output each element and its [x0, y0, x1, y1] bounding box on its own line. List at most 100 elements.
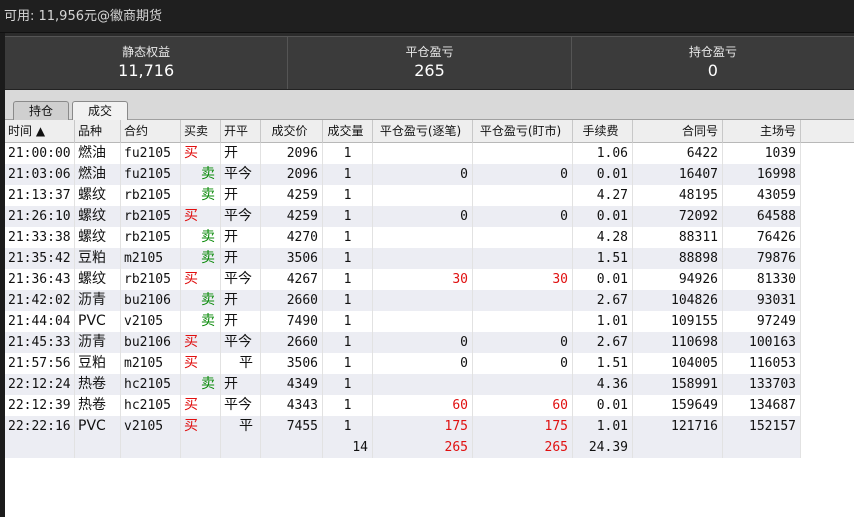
price-cell: 2096 — [261, 143, 323, 164]
side-cell: 买 — [181, 206, 221, 227]
pnl-mark-cell — [473, 248, 573, 269]
contract-no-cell: 94926 — [633, 269, 723, 290]
header-col-volume[interactable]: 成交量 — [323, 120, 373, 143]
table-row[interactable]: 21:00:00 燃油 fu2105 买开 2096 1 1.06 6422 1039 — [5, 143, 801, 164]
stat-value: 11,716 — [118, 60, 175, 80]
header-col-exchange-no[interactable]: 主场号 — [723, 120, 801, 143]
available-funds-text: 可用: 11,956元@徽商期货 — [4, 9, 162, 24]
open-close-cell: 开 — [221, 290, 261, 311]
fee-cell: 4.28 — [573, 227, 633, 248]
time-cell: 21:33:38 — [5, 227, 75, 248]
time-cell: 21:03:06 — [5, 164, 75, 185]
fee-cell: 0.01 — [573, 269, 633, 290]
open-close-cell: 平 — [221, 416, 261, 437]
contract-no-cell: 88898 — [633, 248, 723, 269]
total-exchange-no-cell — [723, 437, 801, 458]
table-row[interactable]: 21:26:10 螺纹 rb2105 买平今 4259 1 0 0 0.01 72092 64588 — [5, 206, 801, 227]
exchange-no-cell: 79876 — [723, 248, 801, 269]
pnl-trade-cell — [373, 374, 473, 395]
header-col-fee[interactable]: 手续费 — [573, 120, 633, 143]
exchange-no-cell: 43059 — [723, 185, 801, 206]
side-cell: 卖 — [181, 290, 221, 311]
time-cell: 21:57:56 — [5, 353, 75, 374]
open-close-cell: 平今 — [221, 269, 261, 290]
total-volume-cell: 14 — [323, 437, 373, 458]
exchange-no-cell: 1039 — [723, 143, 801, 164]
open-close-cell: 开 — [221, 374, 261, 395]
side-cell: 买 — [181, 416, 221, 437]
exchange-no-cell: 81330 — [723, 269, 801, 290]
contract-cell: hc2105 — [121, 374, 181, 395]
table-row[interactable]: 21:44:04 PVC v2105 卖开 7490 1 1.01 109155 97249 — [5, 311, 801, 332]
price-cell: 2660 — [261, 332, 323, 353]
pnl-trade-cell — [373, 248, 473, 269]
side-cell: 买 — [181, 395, 221, 416]
table-row[interactable]: 21:36:43 螺纹 rb2105 买平今 4267 1 30 30 0.01 94926 813… — [5, 269, 801, 290]
stat-value: 265 — [414, 60, 445, 80]
table-row[interactable]: 21:33:38 螺纹 rb2105 卖开 4270 1 4.28 88311 76426 — [5, 227, 801, 248]
table-row[interactable]: 21:35:42 豆粕 m2105 卖开 3506 1 1.51 88898 79876 — [5, 248, 801, 269]
total-side-cell — [181, 437, 221, 458]
exchange-no-cell: 76426 — [723, 227, 801, 248]
exchange-no-cell: 116053 — [723, 353, 801, 374]
total-pnl-trade-cell: 265 — [373, 437, 473, 458]
header-col-product[interactable]: 品种 — [75, 120, 121, 143]
table-row[interactable]: 22:12:39 热卷 hc2105 买平今 4343 1 60 60 0.01 159649 13… — [5, 395, 801, 416]
side-cell: 买 — [181, 269, 221, 290]
tab-trades[interactable]: 成交 — [72, 101, 128, 120]
exchange-no-cell: 134687 — [723, 395, 801, 416]
pnl-mark-cell: 30 — [473, 269, 573, 290]
total-open-close-cell — [221, 437, 261, 458]
trades-table: 时间 ▲ 品种 合约 买卖 开平 成交价 成交量 平仓盈亏(逐笔) 平仓盈亏(盯市) 手续费 合同号… — [5, 120, 854, 517]
product-cell: 螺纹 — [75, 269, 121, 290]
product-cell: 热卷 — [75, 374, 121, 395]
side-cell: 卖 — [181, 374, 221, 395]
header-col-pnl-trade[interactable]: 平仓盈亏(逐笔) — [373, 120, 473, 143]
open-close-cell: 开 — [221, 143, 261, 164]
table-row[interactable]: 22:12:24 热卷 hc2105 卖开 4349 1 4.36 158991 133703 — [5, 374, 801, 395]
header-col-side[interactable]: 买卖 — [181, 120, 221, 143]
header-col-contract-no[interactable]: 合同号 — [633, 120, 723, 143]
header-col-pnl-mark[interactable]: 平仓盈亏(盯市) — [473, 120, 573, 143]
open-close-cell: 开 — [221, 227, 261, 248]
product-cell: 燃油 — [75, 164, 121, 185]
header-col-price[interactable]: 成交价 — [261, 120, 323, 143]
volume-cell: 1 — [323, 143, 373, 164]
open-close-cell: 开 — [221, 248, 261, 269]
contract-cell: rb2105 — [121, 185, 181, 206]
table-row[interactable]: 21:57:56 豆粕 m2105 买平 3506 1 0 0 1.51 104005 116053 — [5, 353, 801, 374]
table-row[interactable]: 21:03:06 燃油 fu2105 卖平今 2096 1 0 0 0.01 16407 16998 — [5, 164, 801, 185]
table-row[interactable]: 22:22:16 PVC v2105 买平 7455 1 175 175 1.01 121716 1… — [5, 416, 801, 437]
volume-cell: 1 — [323, 185, 373, 206]
contract-no-cell: 110698 — [633, 332, 723, 353]
pnl-trade-cell: 60 — [373, 395, 473, 416]
tab-positions[interactable]: 持仓 — [13, 101, 69, 120]
product-cell: 豆粕 — [75, 353, 121, 374]
side-cell: 买 — [181, 353, 221, 374]
header-col-contract[interactable]: 合约 — [121, 120, 181, 143]
contract-cell: fu2105 — [121, 164, 181, 185]
pnl-mark-cell: 60 — [473, 395, 573, 416]
price-cell: 3506 — [261, 353, 323, 374]
volume-cell: 1 — [323, 164, 373, 185]
pnl-mark-cell: 0 — [473, 353, 573, 374]
exchange-no-cell: 93031 — [723, 290, 801, 311]
table-row[interactable]: 21:45:33 沥青 bu2106 买平今 2660 1 0 0 2.67 110698 1001… — [5, 332, 801, 353]
time-cell: 21:00:00 — [5, 143, 75, 164]
price-cell: 7490 — [261, 311, 323, 332]
total-pnl-mark-cell: 265 — [473, 437, 573, 458]
contract-cell: rb2105 — [121, 206, 181, 227]
product-cell: 热卷 — [75, 395, 121, 416]
side-cell: 卖 — [181, 185, 221, 206]
summary-panel: 静态权益 11,716 平仓盈亏 265 持仓盈亏 0 — [5, 36, 854, 90]
time-cell: 21:35:42 — [5, 248, 75, 269]
pnl-trade-cell — [373, 227, 473, 248]
time-cell: 21:36:43 — [5, 269, 75, 290]
fee-cell: 1.51 — [573, 248, 633, 269]
table-row[interactable]: 21:13:37 螺纹 rb2105 卖开 4259 1 4.27 48195 43059 — [5, 185, 801, 206]
contract-no-cell: 104005 — [633, 353, 723, 374]
pnl-trade-cell: 30 — [373, 269, 473, 290]
header-col-open-close[interactable]: 开平 — [221, 120, 261, 143]
header-col-time[interactable]: 时间 ▲ — [5, 120, 75, 143]
table-row[interactable]: 21:42:02 沥青 bu2106 卖开 2660 1 2.67 104826 93031 — [5, 290, 801, 311]
